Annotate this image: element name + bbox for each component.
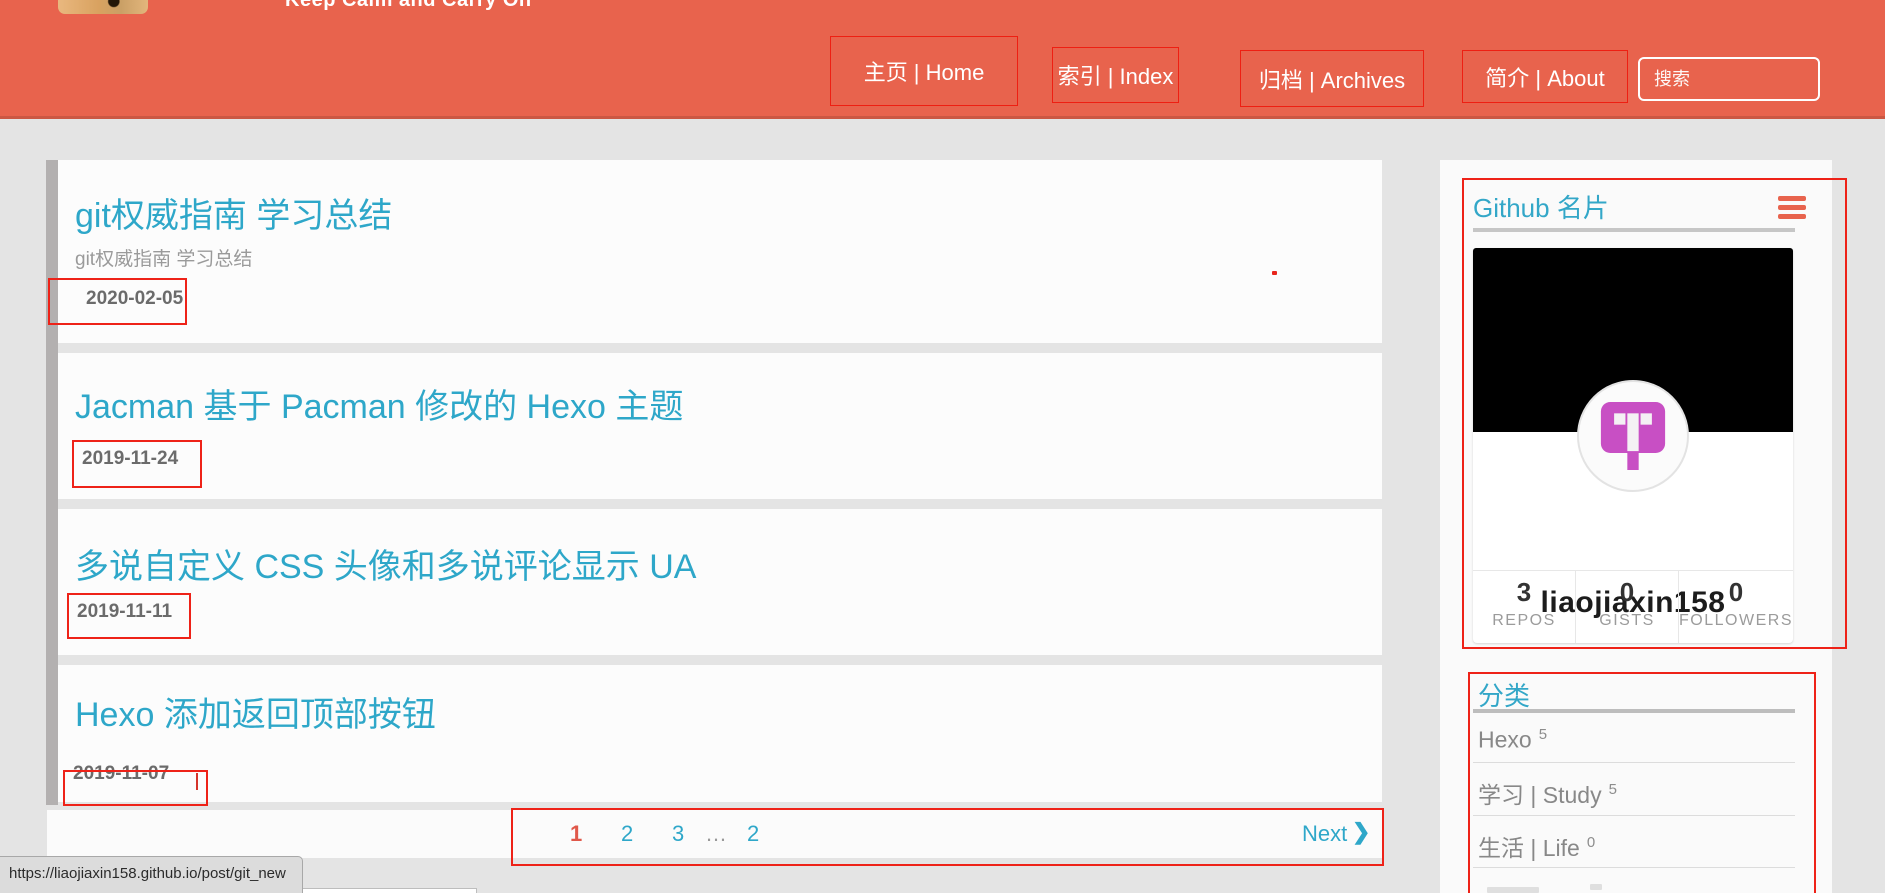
post-title-link[interactable]: git权威指南 学习总结 (75, 188, 392, 237)
post-card: Jacman 基于 Pacman 修改的 Hexo 主题 2019-11-24 (58, 353, 1382, 499)
nav-item-index[interactable]: 索引 | Index (1052, 47, 1179, 103)
github-widget: liaojiaxin158 3 REPOS 0 GISTS 0 FOLLOWER… (1473, 248, 1793, 643)
category-name: Hexo (1478, 726, 1532, 753)
post-title-link[interactable]: Jacman 基于 Pacman 修改的 Hexo 主题 (75, 379, 683, 428)
chevron-right-icon[interactable]: ❯ (1352, 819, 1370, 845)
github-card-title: Github 名片 (1473, 193, 1609, 223)
divider (1473, 762, 1795, 763)
github-avatar[interactable] (1577, 380, 1689, 492)
gists-label: GISTS (1599, 612, 1655, 629)
github-stats-row: 3 REPOS 0 GISTS 0 FOLLOWERS (1473, 570, 1793, 643)
followers-label: FOLLOWERS (1679, 612, 1793, 629)
categories-title: 分类 (1478, 681, 1531, 711)
category-count: 5 (1608, 781, 1617, 799)
github-stat-repos[interactable]: 3 REPOS (1473, 571, 1577, 643)
cutoff-category-fragment (1487, 887, 1539, 893)
annotation-dot (1272, 271, 1277, 275)
github-stat-gists[interactable]: 0 GISTS (1576, 571, 1680, 643)
identicon-icon (1600, 402, 1666, 470)
category-count: 0 (1586, 834, 1596, 852)
site-title: Keep Calm and Carry On (285, 0, 532, 11)
gists-count: 0 (1619, 577, 1635, 607)
hamburger-icon[interactable] (1778, 196, 1806, 223)
post-title-link[interactable]: 多说自定义 CSS 头像和多说评论显示 UA (75, 539, 696, 588)
page-number-last[interactable]: 2 (747, 821, 759, 847)
divider (1473, 867, 1795, 868)
category-item-study[interactable]: 学习 | Study 5 (1478, 776, 1617, 810)
nav-item-home[interactable]: 主页 | Home (830, 36, 1018, 106)
cutoff-category-fragment (1590, 884, 1602, 890)
post-card: 多说自定义 CSS 头像和多说评论显示 UA 2019-11-11 (58, 509, 1382, 655)
next-page-button[interactable]: Next (1302, 821, 1347, 847)
nav-index-label: 索引 | Index (1057, 64, 1174, 89)
category-item-hexo[interactable]: Hexo 5 (1478, 726, 1547, 754)
post-excerpt: git权威指南 学习总结 (75, 249, 253, 270)
sidebar: Github 名片 liaojiaxin158 3 REPOS 0 GISTS (1440, 160, 1832, 893)
post-date: 2019-11-11 (77, 601, 173, 622)
text-cursor (196, 773, 198, 790)
nav-item-about[interactable]: 简介 | About (1462, 50, 1628, 103)
divider (1473, 228, 1795, 232)
category-name: 学习 | Study (1478, 782, 1602, 808)
category-count: 5 (1538, 726, 1548, 743)
category-name: 生活 | Life (1478, 835, 1580, 861)
post-date: 2019-11-24 (82, 448, 179, 469)
nav-item-archives[interactable]: 归档 | Archives (1240, 50, 1424, 107)
page-ellipsis: … (705, 821, 727, 846)
timeline-strip (46, 160, 58, 805)
repos-count: 3 (1516, 577, 1532, 607)
site-avatar[interactable] (58, 0, 148, 14)
status-bar-url: https://liaojiaxin158.github.io/post/git… (0, 856, 303, 893)
followers-count: 0 (1728, 577, 1744, 607)
nav-archives-label: 归档 | Archives (1258, 67, 1406, 93)
nav-about-label: 简介 | About (1485, 65, 1605, 91)
page-number-1-current[interactable]: 1 (570, 821, 582, 847)
site-header: Keep Calm and Carry On 主页 | Home 索引 | In… (0, 0, 1885, 119)
category-item-life[interactable]: 生活 | Life 0 (1478, 829, 1595, 863)
page-number-2[interactable]: 2 (621, 821, 633, 847)
divider (1473, 815, 1795, 816)
search-input[interactable] (1638, 57, 1820, 101)
post-card: Hexo 添加返回顶部按钮 2019-11-07 (58, 665, 1382, 806)
post-title-link[interactable]: Hexo 添加返回顶部按钮 (75, 687, 436, 736)
pagination-bar: 1 2 3 … 2 Next ❯ (47, 810, 1382, 858)
post-date: 2020-02-05 (86, 288, 184, 309)
repos-label: REPOS (1492, 612, 1556, 629)
post-card: git权威指南 学习总结 git权威指南 学习总结 2020-02-05 (48, 160, 1382, 343)
page-number-3[interactable]: 3 (672, 821, 684, 847)
divider (1473, 709, 1795, 713)
post-date: 2019-11-07 (73, 763, 170, 784)
github-stat-followers[interactable]: 0 FOLLOWERS (1679, 571, 1793, 643)
nav-home-label: 主页 | Home (863, 60, 985, 85)
